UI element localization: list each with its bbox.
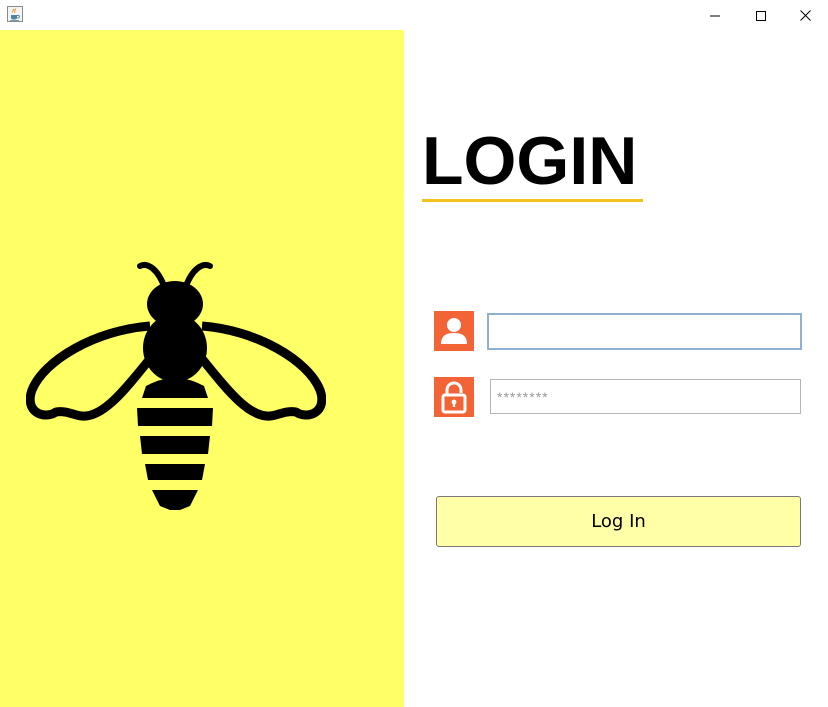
minimize-icon xyxy=(710,6,720,25)
lock-icon xyxy=(434,377,474,417)
password-input[interactable] xyxy=(490,379,801,414)
close-icon xyxy=(799,6,811,25)
title-underline xyxy=(422,199,643,202)
brand-panel xyxy=(0,30,404,707)
login-button-label: Log In xyxy=(591,511,646,532)
login-button[interactable]: Log In xyxy=(436,496,801,547)
login-window: LOGIN Log In xyxy=(0,0,828,707)
maximize-button[interactable] xyxy=(738,0,784,30)
bee-logo xyxy=(25,230,327,536)
close-button[interactable] xyxy=(782,0,828,30)
title-bar[interactable] xyxy=(0,0,828,30)
username-input[interactable] xyxy=(487,313,802,350)
minimize-button[interactable] xyxy=(692,0,738,30)
java-cup-icon[interactable] xyxy=(7,6,23,22)
page-title: LOGIN xyxy=(422,123,638,199)
user-icon xyxy=(434,311,474,351)
maximize-icon xyxy=(756,6,766,25)
